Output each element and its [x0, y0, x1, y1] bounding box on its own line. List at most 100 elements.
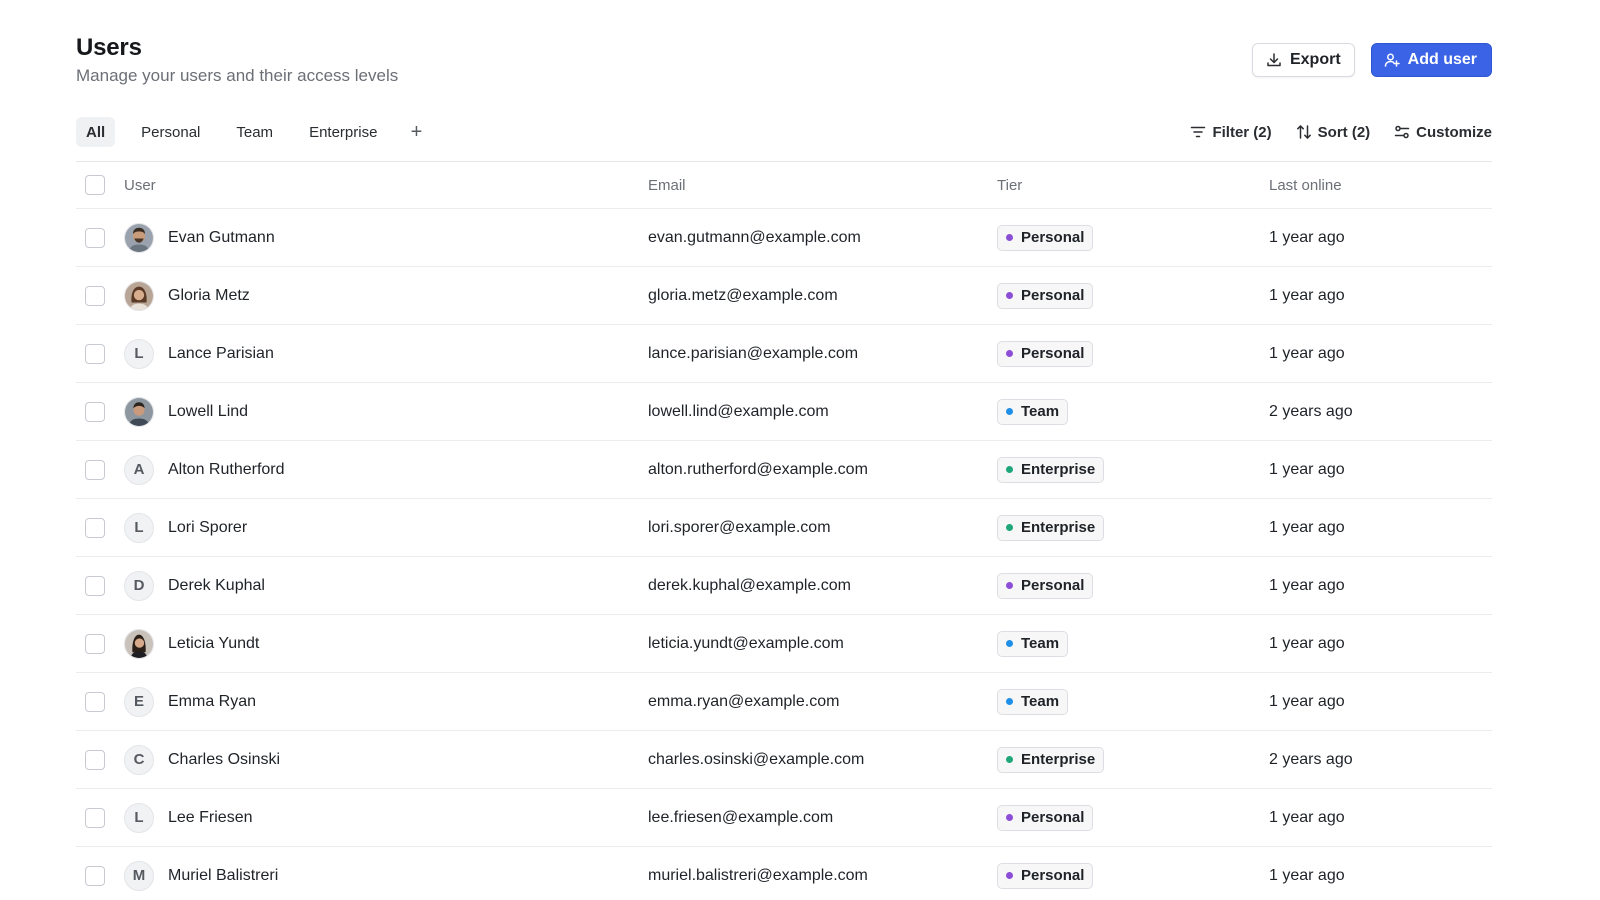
tier-badge: Personal [997, 862, 1094, 889]
user-email: charles.osinski@example.com [648, 750, 865, 768]
avatar-initial: C [124, 744, 154, 775]
user-cell: L Lance Parisian [124, 338, 274, 369]
tier-dot-icon [1006, 756, 1013, 763]
tier-badge: Enterprise [997, 746, 1105, 773]
row-checkbox[interactable] [85, 749, 105, 770]
row-checkbox[interactable] [85, 807, 105, 828]
column-header-email[interactable]: Email [648, 177, 686, 194]
avatar [124, 628, 154, 659]
tier-cell: Personal [997, 804, 1094, 831]
row-select-cell [85, 807, 105, 828]
column-header-tier[interactable]: Tier [997, 177, 1022, 194]
row-checkbox[interactable] [85, 691, 105, 712]
row-checkbox[interactable] [85, 343, 105, 364]
user-name: Derek Kuphal [168, 576, 265, 594]
tier-label: Team [1021, 403, 1060, 420]
export-button[interactable]: Export [1251, 43, 1355, 77]
last-online: 1 year ago [1269, 228, 1345, 246]
tier-label: Enterprise [1021, 751, 1096, 768]
row-checkbox[interactable] [85, 285, 105, 306]
row-select-cell [85, 517, 105, 538]
tier-cell: Enterprise [997, 456, 1105, 483]
user-name: Lee Friesen [168, 808, 253, 826]
row-checkbox[interactable] [85, 575, 105, 596]
table-row[interactable]: Gloria Metz gloria.metz@example.com Person… [76, 267, 1492, 325]
last-online: 1 year ago [1269, 692, 1345, 710]
last-online: 1 year ago [1269, 808, 1345, 826]
last-online: 1 year ago [1269, 460, 1345, 478]
table-header-row: User Email Tier Last online [76, 162, 1492, 209]
user-email: evan.gutmann@example.com [648, 228, 861, 246]
row-checkbox[interactable] [85, 517, 105, 538]
table-row[interactable]: L Lee Friesen lee.friesen@example.com Perso… [76, 789, 1492, 847]
table-row[interactable]: L Lance Parisian lance.parisian@example.co… [76, 325, 1492, 383]
customize-button[interactable]: Customize [1394, 124, 1492, 141]
select-all-checkbox[interactable] [85, 175, 105, 195]
table-row[interactable]: Leticia Yundt leticia.yundt@example.com Te… [76, 615, 1492, 673]
export-button-label: Export [1289, 51, 1341, 68]
tab-enterprise[interactable]: Enterprise [299, 117, 387, 147]
tier-badge: Personal [997, 340, 1094, 367]
row-select-cell [85, 865, 105, 886]
row-checkbox[interactable] [85, 227, 105, 248]
user-email: alton.rutherford@example.com [648, 460, 868, 478]
last-online: 2 years ago [1269, 750, 1353, 768]
user-cell: L Lee Friesen [124, 802, 253, 833]
row-checkbox[interactable] [85, 865, 105, 886]
user-email: derek.kuphal@example.com [648, 576, 852, 594]
row-checkbox[interactable] [85, 401, 105, 422]
sliders-icon [1394, 125, 1410, 139]
tier-cell: Enterprise [997, 746, 1105, 773]
tier-cell: Personal [997, 224, 1094, 251]
column-header-last-online[interactable]: Last online [1269, 177, 1342, 194]
tier-label: Team [1021, 635, 1060, 652]
table-row[interactable]: L Lori Sporer lori.sporer@example.com Enter… [76, 499, 1492, 557]
user-email: emma.ryan@example.com [648, 692, 840, 710]
row-checkbox[interactable] [85, 459, 105, 480]
tier-dot-icon [1006, 582, 1013, 589]
last-online: 1 year ago [1269, 344, 1345, 362]
column-header-user[interactable]: User [124, 177, 156, 194]
user-name: Evan Gutmann [168, 228, 275, 246]
tab-team[interactable]: Team [226, 117, 283, 147]
table-row[interactable]: E Emma Ryan emma.ryan@example.com Team 1 yea… [76, 673, 1492, 731]
table-row[interactable]: D Derek Kuphal derek.kuphal@example.com Per… [76, 557, 1492, 615]
avatar-initial: M [124, 860, 154, 891]
tier-badge: Enterprise [997, 514, 1105, 541]
row-select-cell [85, 691, 105, 712]
avatar-initial: D [124, 570, 154, 601]
sort-button[interactable]: Sort (2) [1296, 124, 1370, 141]
table-row[interactable]: C Charles Osinski charles.osinski@example.… [76, 731, 1492, 789]
tier-badge: Team [997, 688, 1069, 715]
avatar [124, 280, 154, 311]
table-toolbar: All Personal Team Enterprise + Filter (2) So… [76, 116, 1492, 148]
page-subtitle: Manage your users and their access level… [76, 66, 399, 85]
tier-label: Personal [1021, 287, 1085, 304]
add-tab-button[interactable]: + [403, 117, 429, 147]
user-email: muriel.balistreri@example.com [648, 866, 868, 884]
row-select-cell [85, 401, 105, 422]
select-all-cell [85, 175, 105, 195]
table-row[interactable]: Lowell Lind lowell.lind@example.com Team 2 … [76, 383, 1492, 441]
table-row[interactable]: M Muriel Balistreri muriel.balistreri@exam… [76, 847, 1492, 900]
tier-dot-icon [1006, 292, 1013, 299]
table-row[interactable]: Evan Gutmann evan.gutmann@example.com Pers… [76, 209, 1492, 267]
table-row[interactable]: A Alton Rutherford alton.rutherford@exampl… [76, 441, 1492, 499]
filter-icon [1191, 126, 1206, 138]
tab-personal[interactable]: Personal [131, 117, 210, 147]
page-header: Users Manage your users and their access… [76, 30, 1492, 90]
tier-cell: Team [997, 688, 1069, 715]
users-table: User Email Tier Last online Evan Gutmann… [76, 161, 1492, 900]
avatar-initial: L [124, 802, 154, 833]
user-name: Emma Ryan [168, 692, 257, 710]
tier-cell: Team [997, 630, 1069, 657]
user-name: Alton Rutherford [168, 460, 285, 478]
tier-cell: Enterprise [997, 514, 1105, 541]
row-checkbox[interactable] [85, 633, 105, 654]
tab-all[interactable]: All [76, 117, 116, 147]
filter-button[interactable]: Filter (2) [1190, 124, 1272, 141]
user-name: Muriel Balistreri [168, 866, 279, 884]
avatar-initial: L [124, 338, 154, 369]
last-online: 2 years ago [1269, 402, 1353, 420]
add-user-button[interactable]: Add user [1370, 43, 1492, 77]
